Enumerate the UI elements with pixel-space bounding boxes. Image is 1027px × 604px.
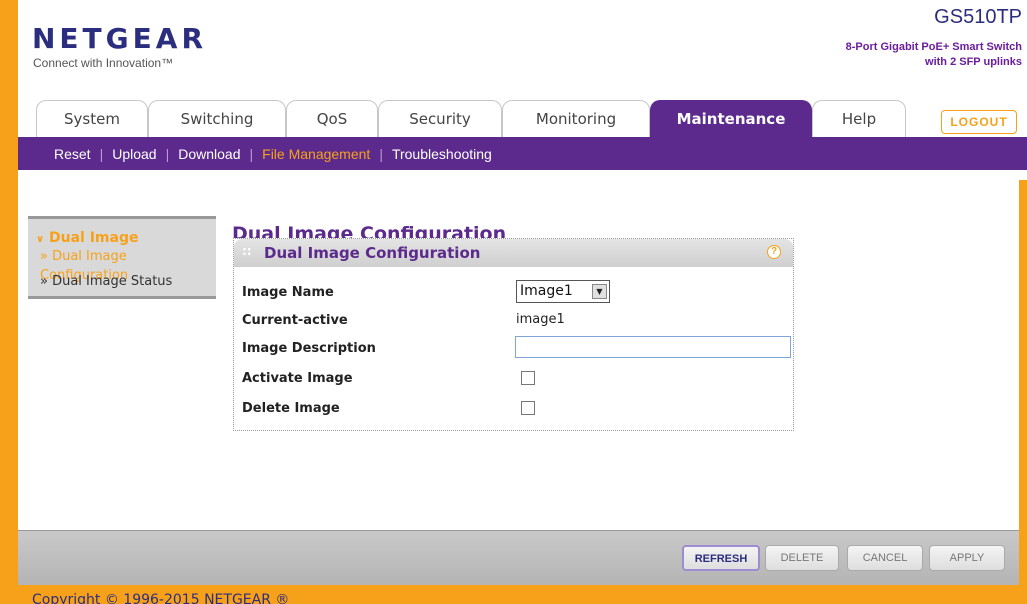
header: NETGEAR Connect with Innovation™ GS510TP… xyxy=(18,0,1027,98)
subnav-separator: | xyxy=(379,145,383,162)
refresh-button[interactable]: REFRESH xyxy=(682,545,760,571)
model-description: 8-Port Gigabit PoE+ Smart Switch with 2 … xyxy=(762,40,1022,70)
delete-button[interactable]: DELETE xyxy=(765,545,839,571)
tab-security[interactable]: Security xyxy=(378,100,502,137)
tab-monitoring[interactable]: Monitoring xyxy=(502,100,650,137)
tab-help[interactable]: Help xyxy=(812,100,906,137)
cancel-button[interactable]: CANCEL xyxy=(847,545,923,571)
model-description-line2: with 2 SFP uplinks xyxy=(925,56,1022,68)
image-description-label: Image Description xyxy=(242,341,376,356)
subnav-download[interactable]: Download xyxy=(178,146,240,162)
copyright: Copyright © 1996-2015 NETGEAR ® xyxy=(32,592,290,604)
chevron-down-icon: ▼ xyxy=(592,284,607,299)
panel-title: Dual Image Configuration xyxy=(264,244,481,262)
logout-button[interactable]: LOGOUT xyxy=(941,110,1017,134)
left-nav-head[interactable]: ∨ Dual Image xyxy=(36,230,138,246)
subnav-upload[interactable]: Upload xyxy=(112,146,156,162)
left-nav: ∨ Dual Image » Dual Image Configuration … xyxy=(28,216,216,299)
page-frame-left xyxy=(0,0,18,604)
page-frame-right xyxy=(1019,180,1027,585)
bottom-toolbar: REFRESH DELETE CANCEL APPLY xyxy=(18,530,1019,585)
chevron-down-icon: ∨ xyxy=(36,234,45,245)
current-active-label: Current-active xyxy=(242,313,348,328)
current-active-value: image1 xyxy=(516,312,565,327)
activate-image-label: Activate Image xyxy=(242,371,353,386)
subnav-reset[interactable]: Reset xyxy=(54,146,91,162)
subnav-separator: | xyxy=(165,145,170,162)
image-description-input[interactable] xyxy=(515,336,791,358)
help-icon[interactable]: ? xyxy=(767,245,781,259)
subnav-items: Reset | Upload | Download | File Managem… xyxy=(54,137,492,170)
left-nav-item-dual-image-status[interactable]: » Dual Image Status xyxy=(40,274,172,289)
tab-switching[interactable]: Switching xyxy=(148,100,286,137)
grip-icon: :: xyxy=(242,244,252,258)
left-nav-head-label: Dual Image xyxy=(49,230,139,246)
image-name-label: Image Name xyxy=(242,285,334,300)
panel-header: :: Dual Image Configuration ? xyxy=(234,239,793,267)
netgear-logo: NETGEAR xyxy=(32,22,207,55)
model-name: GS510TP xyxy=(934,6,1022,28)
image-name-select-value: Image1 xyxy=(520,283,573,299)
model-description-line1: 8-Port Gigabit PoE+ Smart Switch xyxy=(845,41,1022,53)
subnav-separator: | xyxy=(99,145,104,162)
subnav-separator: | xyxy=(249,145,254,162)
tab-qos[interactable]: QoS xyxy=(286,100,378,137)
tab-system[interactable]: System xyxy=(36,100,148,137)
delete-image-label: Delete Image xyxy=(242,401,340,416)
image-name-select[interactable]: Image1 ▼ xyxy=(516,280,610,303)
subnav-bar: Reset | Upload | Download | File Managem… xyxy=(18,137,1027,170)
delete-image-checkbox[interactable] xyxy=(521,401,535,415)
logo-tagline: Connect with Innovation™ xyxy=(33,56,174,70)
activate-image-checkbox[interactable] xyxy=(521,371,535,385)
subnav-troubleshooting[interactable]: Troubleshooting xyxy=(392,146,492,162)
subnav-file-management[interactable]: File Management xyxy=(262,146,370,162)
tab-maintenance[interactable]: Maintenance xyxy=(650,100,812,137)
apply-button[interactable]: APPLY xyxy=(929,545,1005,571)
